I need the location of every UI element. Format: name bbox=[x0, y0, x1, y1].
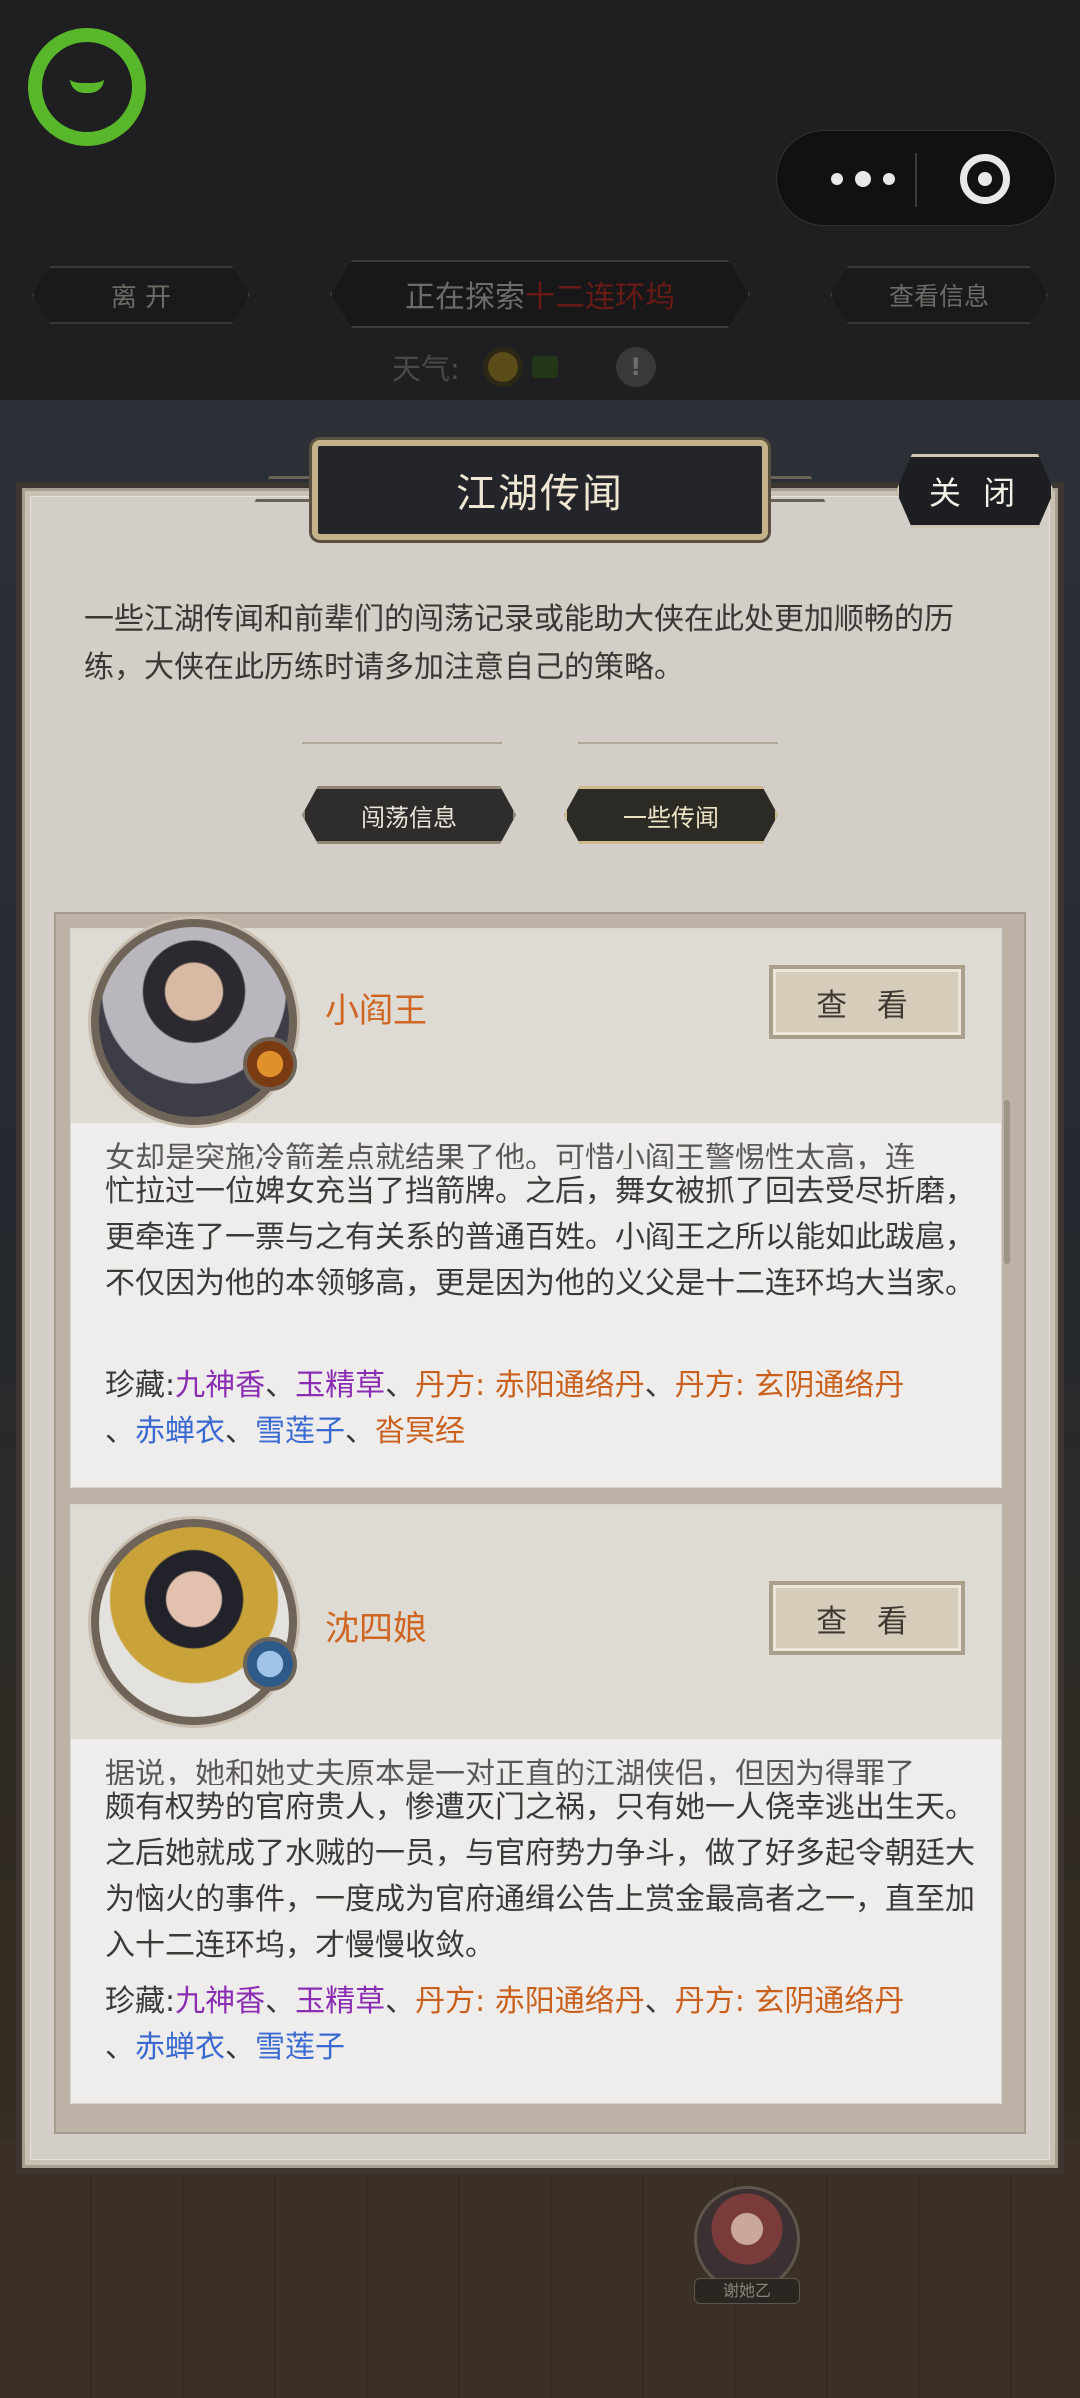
list-scrollbar[interactable] bbox=[1004, 1100, 1010, 1264]
weather-bar: 天气: ! bbox=[392, 346, 656, 388]
divider-ornament-left bbox=[302, 734, 502, 744]
explore-location: 十二连环坞 bbox=[525, 280, 675, 315]
treasure-item: 赤蝉衣 bbox=[135, 1414, 225, 1449]
treasure-item: 雪莲子 bbox=[255, 1414, 345, 1449]
panel-corner-ornament bbox=[26, 492, 44, 510]
treasure-list: 珍藏:九神香、玉精草、丹方: 赤阳通络丹、丹方: 玄阴通络丹 、赤蝉衣、雪莲子、沓… bbox=[105, 1368, 905, 1449]
treasure-item: 雪莲子 bbox=[255, 2030, 345, 2065]
view-info-button[interactable]: 查看信息 bbox=[830, 266, 1048, 324]
npc-avatar[interactable] bbox=[694, 2186, 800, 2292]
character-name: 小阎王 bbox=[325, 991, 427, 1031]
treasure-item: 丹方: 玄阴通络丹 bbox=[674, 1984, 905, 2019]
water-element-icon bbox=[243, 1637, 297, 1691]
close-button[interactable]: 关 闭 bbox=[896, 454, 1054, 528]
map-floor bbox=[0, 2140, 1080, 2398]
mini-program-capsule bbox=[776, 130, 1056, 226]
more-menu-icon[interactable] bbox=[831, 171, 895, 187]
chat-app-logo-icon bbox=[28, 28, 146, 146]
treasure-label: 珍藏: bbox=[105, 1984, 176, 2019]
tab-adventure-info[interactable]: 闯荡信息 bbox=[302, 786, 516, 844]
capsule-divider bbox=[915, 153, 917, 207]
treasure-item: 沓冥经 bbox=[375, 1414, 465, 1449]
treasure-item: 丹方: 玄阴通络丹 bbox=[674, 1368, 905, 1403]
treasure-item: 丹方: 赤阳通络丹 bbox=[415, 1368, 645, 1403]
close-mini-program-icon[interactable] bbox=[960, 154, 1010, 204]
treasure-item: 玉精草 bbox=[295, 1368, 386, 1403]
character-bio-cut-line: 女却是突施冷箭差点就结果了他。可惜小阎王警惕性太高，连 bbox=[105, 1141, 915, 1169]
explore-prefix: 正在探索 bbox=[405, 280, 525, 315]
view-character-button[interactable]: 查 看 bbox=[769, 965, 965, 1039]
fire-element-icon bbox=[243, 1037, 297, 1091]
character-bio-text: 忙拉过一位婢女充当了挡箭牌。之后，舞女被抓了回去受尽折磨，更牵连了一票与之有关系… bbox=[105, 1174, 975, 1301]
treasure-item: 九神香 bbox=[175, 1368, 266, 1403]
explore-status: 正在探索 十二连环坞 bbox=[330, 260, 750, 328]
grass-icon bbox=[531, 356, 558, 378]
npc-name-tag: 谢她乙 bbox=[694, 2278, 800, 2304]
character-portrait bbox=[91, 1519, 297, 1725]
treasure-label: 珍藏: bbox=[105, 1368, 176, 1403]
panel-title: 江湖传闻 bbox=[312, 440, 768, 540]
character-card: 沈四娘 查 看 据说，她和她丈夫原本是一对正直的江湖侠侣，但因为得罪了 颇有权势… bbox=[70, 1504, 1002, 2104]
divider-ornament-right bbox=[578, 734, 778, 744]
character-bio-cut-line: 据说，她和她丈夫原本是一对正直的江湖侠侣，但因为得罪了 bbox=[105, 1757, 915, 1785]
panel-corner-ornament bbox=[1036, 2146, 1054, 2164]
sun-icon bbox=[487, 352, 518, 382]
character-bio-text: 颇有权势的官府贵人，惨遭灭门之祸，只有她一人侥幸逃出生天。之后她就成了水贼的一员… bbox=[105, 1790, 975, 1963]
treasure-item: 玉精草 bbox=[295, 1984, 386, 2019]
tab-rumors[interactable]: 一些传闻 bbox=[564, 786, 778, 844]
treasure-item: 赤蝉衣 bbox=[135, 2030, 225, 2065]
treasure-list: 珍藏:九神香、玉精草、丹方: 赤阳通络丹、丹方: 玄阴通络丹 、赤蝉衣、雪莲子 bbox=[105, 1984, 905, 2065]
panel-corner-ornament bbox=[26, 2146, 44, 2164]
leave-button[interactable]: 离 开 bbox=[32, 266, 250, 324]
panel-intro-text: 一些江湖传闻和前辈们的闯荡记录或能助大侠在此处更加顺畅的历练，大侠在此历练时请多… bbox=[84, 602, 954, 685]
treasure-item: 丹方: 赤阳通络丹 bbox=[415, 1984, 645, 2019]
treasure-item: 九神香 bbox=[175, 1984, 266, 2019]
weather-label: 天气: bbox=[392, 352, 460, 386]
character-card: 小阎王 查 看 女却是突施冷箭差点就结果了他。可惜小阎王警惕性太高，连 忙拉过一… bbox=[70, 919, 1002, 1488]
character-bio: 女却是突施冷箭差点就结果了他。可惜小阎王警惕性太高，连 忙拉过一位婢女充当了挡箭… bbox=[105, 1139, 985, 1307]
character-name: 沈四娘 bbox=[325, 1609, 427, 1649]
warning-icon[interactable]: ! bbox=[615, 347, 656, 387]
character-bio: 据说，她和她丈夫原本是一对正直的江湖侠侣，但因为得罪了 颇有权势的官府贵人，惨遭… bbox=[105, 1755, 985, 1969]
character-portrait bbox=[91, 919, 297, 1125]
view-character-button[interactable]: 查 看 bbox=[769, 1581, 965, 1655]
